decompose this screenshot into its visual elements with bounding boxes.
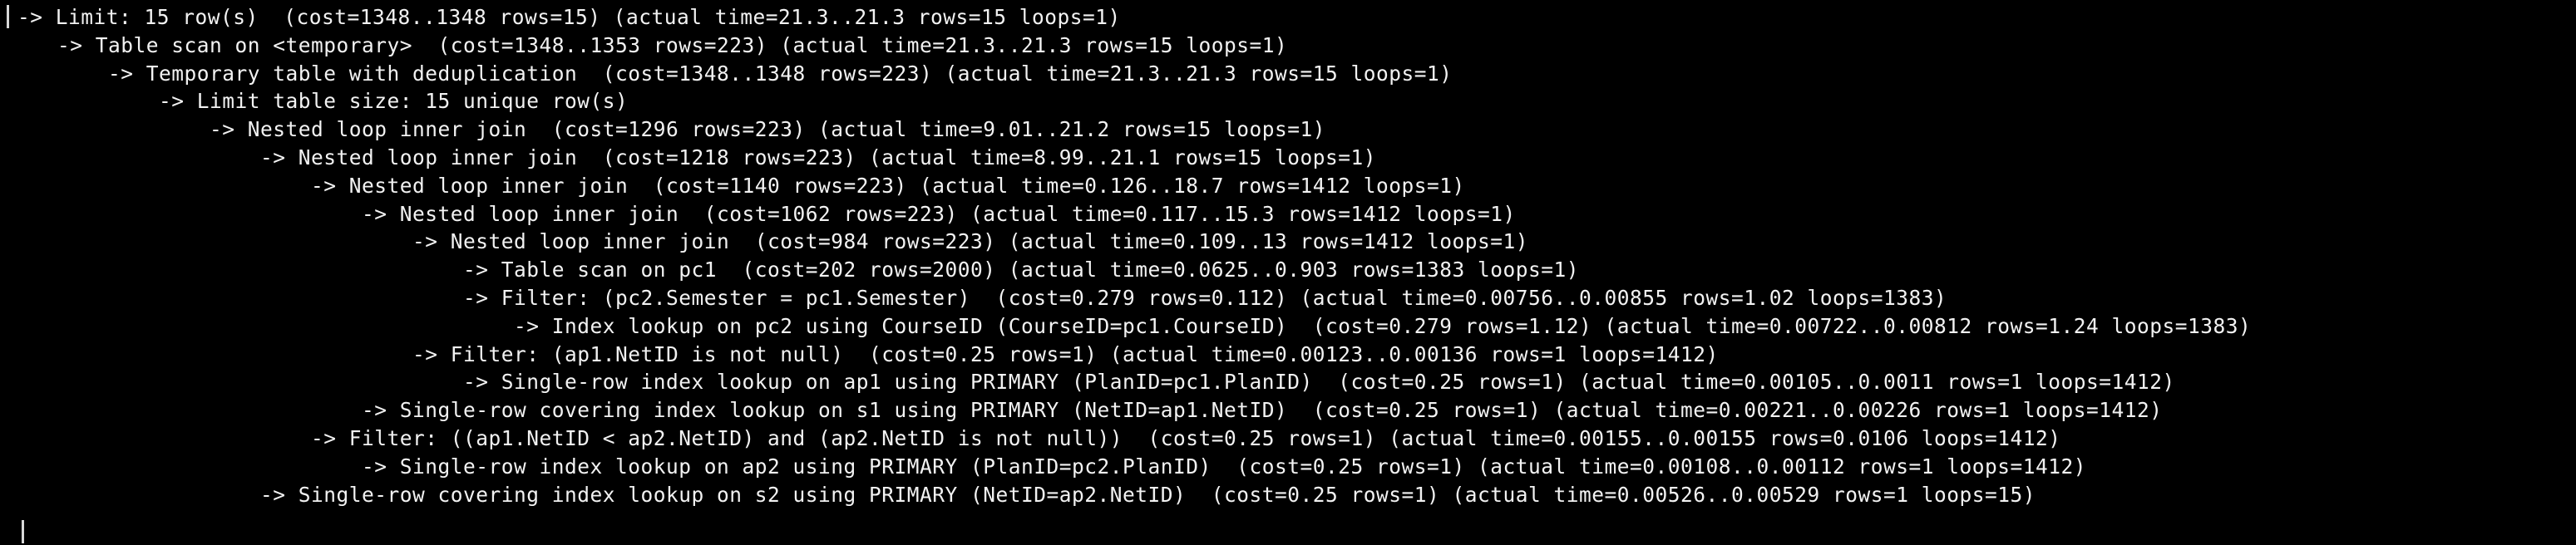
output-line-text: -> Single-row index lookup on ap1 using … — [7, 370, 2175, 395]
output-line-text: -> Limit: 15 row(s) (cost=1348..1348 row… — [17, 5, 1121, 29]
output-line: -> Nested loop inner join (cost=984 rows… — [7, 228, 2576, 256]
output-line-text: -> Filter: ((ap1.NetID < ap2.NetID) and … — [7, 425, 2061, 450]
output-line: -> Nested loop inner join (cost=1296 row… — [7, 115, 2576, 144]
output-line: -> Limit table size: 15 unique row(s) — [7, 87, 2576, 115]
text-cursor-bar — [7, 5, 9, 28]
output-line: -> Single-row index lookup on ap2 using … — [7, 453, 2576, 481]
output-line: -> Table scan on <temporary> (cost=1348.… — [7, 32, 2576, 60]
output-line: -> Table scan on pc1 (cost=202 rows=2000… — [7, 256, 2576, 284]
output-line: -> Filter: ((ap1.NetID < ap2.NetID) and … — [7, 425, 2576, 453]
output-line: -> Filter: (pc2.Semester = pc1.Semester)… — [7, 284, 2576, 312]
output-line-text: -> Single-row covering index lookup on s… — [7, 482, 2036, 507]
output-line-text: -> Temporary table with deduplication (c… — [7, 61, 1453, 86]
output-line-text: -> Single-row index lookup on ap2 using … — [7, 454, 2087, 479]
output-line: -> Nested loop inner join (cost=1218 row… — [7, 144, 2576, 172]
output-line: -> Single-row index lookup on ap1 using … — [7, 368, 2576, 396]
output-line-text: -> Table scan on pc1 (cost=202 rows=2000… — [7, 258, 1580, 282]
output-line-text: -> Table scan on <temporary> (cost=1348.… — [7, 32, 1288, 57]
output-line: -> Limit: 15 row(s) (cost=1348..1348 row… — [7, 3, 2576, 32]
text-cursor[interactable] — [22, 520, 24, 543]
output-line: -> Filter: (ap1.NetID is not null) (cost… — [7, 341, 2576, 369]
output-line: -> Nested loop inner join (cost=1140 row… — [7, 172, 2576, 200]
output-line: -> Single-row covering index lookup on s… — [7, 481, 2576, 509]
output-line-text: -> Filter: (pc2.Semester = pc1.Semester)… — [7, 285, 1947, 310]
output-line-text: -> Nested loop inner join (cost=1140 row… — [7, 173, 1465, 198]
terminal-output[interactable]: -> Limit: 15 row(s) (cost=1348..1348 row… — [0, 0, 2576, 545]
output-line-text: -> Nested loop inner join (cost=1296 row… — [7, 117, 1326, 142]
output-line-text: -> Nested loop inner join (cost=1062 row… — [7, 201, 1516, 226]
output-line-text: -> Nested loop inner join (cost=984 rows… — [7, 229, 1529, 254]
output-line: -> Temporary table with deduplication (c… — [7, 60, 2576, 88]
output-line-text: -> Index lookup on pc2 using CourseID (C… — [7, 313, 2252, 338]
output-line-text: -> Filter: (ap1.NetID is not null) (cost… — [7, 341, 1719, 366]
output-line: -> Index lookup on pc2 using CourseID (C… — [7, 312, 2576, 341]
output-line: -> Single-row covering index lookup on s… — [7, 396, 2576, 425]
output-line-text: -> Limit table size: 15 unique row(s) — [7, 89, 629, 114]
output-line-text: -> Nested loop inner join (cost=1218 row… — [7, 145, 1377, 169]
output-line: -> Nested loop inner join (cost=1062 row… — [7, 200, 2576, 228]
output-line-text: -> Single-row covering index lookup on s… — [7, 398, 2163, 423]
